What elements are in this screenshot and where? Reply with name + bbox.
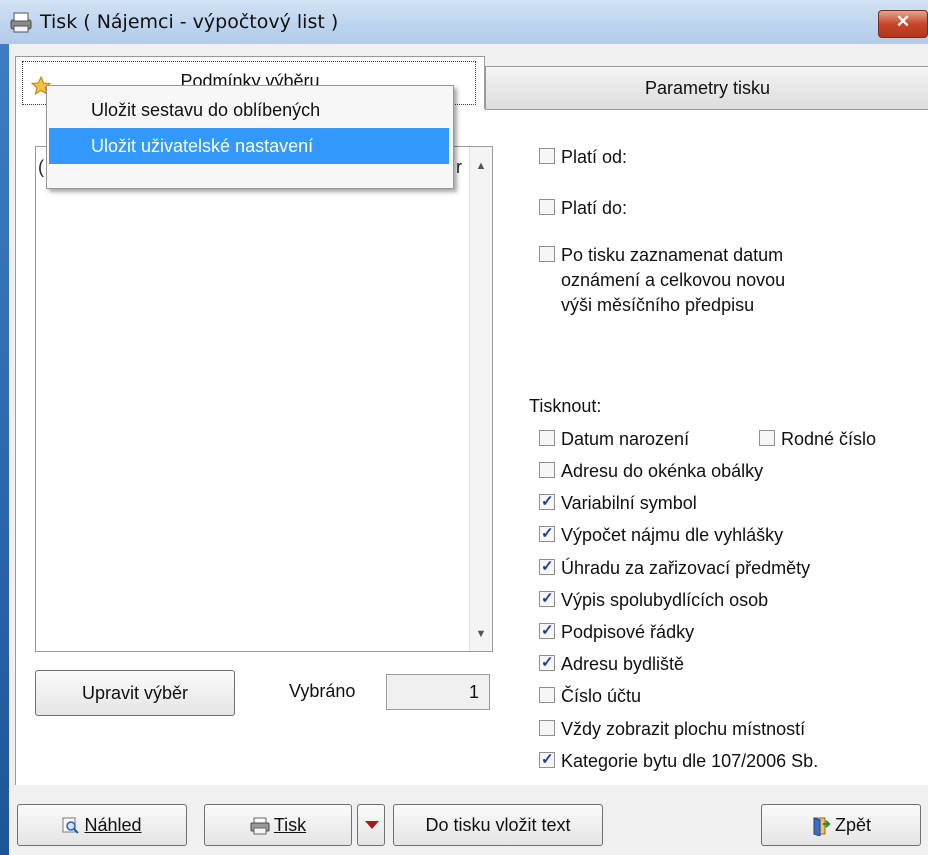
checkbox-label-line: Po tisku zaznamenat datum	[561, 245, 784, 265]
context-menu: Uložit sestavu do oblíbených Uložit uživ…	[46, 85, 454, 189]
checkbox-box[interactable]	[539, 462, 555, 478]
scroll-up-arrow-icon[interactable]: ▲	[470, 155, 492, 177]
checkbox-label: Adresu bydliště	[561, 654, 685, 674]
tab-parametry-tisku[interactable]: Parametry tisku	[485, 66, 928, 110]
zpet-button[interactable]: Zpět	[761, 804, 921, 846]
nahled-button[interactable]: Náhled	[17, 804, 187, 846]
magnifier-icon	[62, 817, 80, 834]
checkbox-label: Výpočet nájmu dle vyhlášky	[561, 525, 784, 545]
checkbox-label: Výpis spolubydlících osob	[561, 590, 769, 610]
close-icon: ✕	[895, 12, 911, 31]
printer-icon	[250, 817, 270, 835]
tisk-label: Tisk	[273, 815, 307, 835]
list-item-fragment: r	[456, 157, 462, 177]
checkbox-label: Datum narození	[561, 429, 690, 449]
menu-item-ulozit-do-oblibenych[interactable]: Uložit sestavu do oblíbených	[49, 92, 449, 128]
checkbox-label-line: výši měsíčního předpisu	[561, 295, 755, 315]
checkbox-box[interactable]	[539, 653, 555, 671]
checkbox-box[interactable]	[539, 589, 555, 607]
checkbox-box[interactable]	[539, 524, 555, 542]
checkbox-box[interactable]	[539, 687, 555, 703]
checkbox-label: Variabilní symbol	[561, 493, 697, 513]
vlozit-text-button[interactable]: Do tisku vložit text	[393, 804, 603, 846]
checkbox-label: Vždy zobrazit plochu místností	[561, 719, 806, 739]
selection-list[interactable]: ( r ▲ ▼	[35, 146, 493, 652]
zpet-label: Zpět	[834, 815, 872, 835]
close-button[interactable]: ✕	[878, 10, 928, 38]
scroll-down-arrow-icon[interactable]: ▼	[470, 623, 492, 645]
checkbox-label: Kategorie bytu dle 107/2006 Sb.	[561, 751, 819, 771]
tab-label: Parametry tisku	[644, 78, 771, 98]
window-title: Tisk ( Nájemci - výpočtový list )	[40, 11, 339, 33]
checkbox-label-line: oznámení a celkovou novou	[561, 270, 786, 290]
tisk-options-dropdown-button[interactable]	[357, 804, 385, 846]
exit-door-icon	[813, 817, 831, 837]
checkbox-label: Adresu do okénka obálky	[561, 461, 764, 481]
checkbox-box[interactable]	[539, 199, 555, 215]
dialog-client-area: Podmínky výběru Parametry tisku ( r ▲ ▼ …	[9, 44, 928, 855]
checkbox-box[interactable]	[539, 148, 555, 164]
checkbox-label: Platí od:	[561, 147, 628, 167]
checkbox-label: Úhradu za zařizovací předměty	[561, 558, 811, 578]
menu-item-ulozit-uzivatelske-nastaveni[interactable]: Uložit uživatelské nastavení	[49, 128, 449, 164]
vybrano-label: Vybráno	[289, 681, 356, 701]
checkbox-box[interactable]	[539, 430, 555, 446]
title-bar: Tisk ( Nájemci - výpočtový list ) ✕	[0, 0, 928, 44]
checkbox-label: Platí do:	[561, 198, 628, 218]
list-item-fragment: (	[38, 157, 44, 177]
checkbox-label: Rodné číslo	[781, 429, 877, 449]
checkbox-box[interactable]	[539, 246, 555, 262]
checkbox-label: Podpisové řádky	[561, 622, 695, 642]
checkbox-box[interactable]	[539, 492, 555, 510]
upravit-vyber-button[interactable]: Upravit výběr	[35, 670, 235, 716]
tisknout-label: Tisknout:	[529, 396, 602, 416]
nahled-label: Náhled	[84, 815, 142, 835]
vertical-scrollbar[interactable]: ▲ ▼	[469, 147, 492, 651]
window-frame: Tisk ( Nájemci - výpočtový list ) ✕ Podm…	[0, 0, 928, 855]
checkbox-label: Číslo účtu	[561, 686, 642, 706]
checkbox-box[interactable]	[539, 621, 555, 639]
checkbox-box[interactable]	[539, 720, 555, 736]
dropdown-arrow-icon	[365, 821, 379, 829]
checkbox-box[interactable]	[539, 557, 555, 575]
printer-icon	[10, 12, 32, 33]
tisk-button[interactable]: Tisk	[204, 804, 352, 846]
checkbox-box[interactable]	[539, 750, 555, 768]
vybrano-count-field: 1	[386, 674, 490, 710]
checkbox-box[interactable]	[759, 430, 775, 446]
